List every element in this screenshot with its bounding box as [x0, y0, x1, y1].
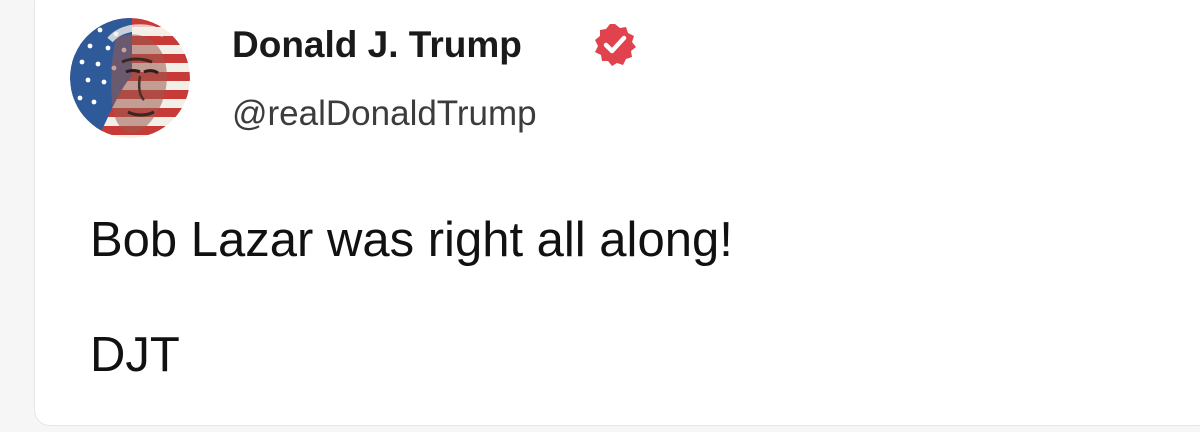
verified-badge-icon: [592, 22, 638, 68]
post-signature: DJT: [90, 328, 180, 382]
avatar[interactable]: [70, 18, 190, 138]
author-handle[interactable]: @realDonaldTrump: [232, 91, 537, 137]
post-text: Bob Lazar was right all along!: [90, 213, 733, 267]
author-display-name[interactable]: Donald J. Trump: [232, 20, 522, 70]
